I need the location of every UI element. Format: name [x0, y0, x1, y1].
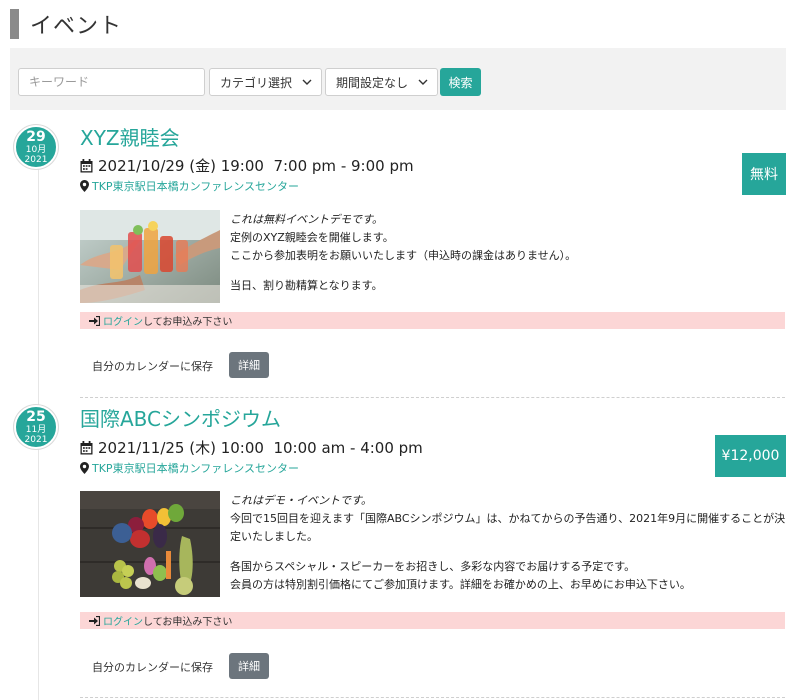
map-marker-icon	[80, 462, 89, 474]
event-thumbnail-drinks[interactable]	[80, 210, 220, 303]
save-to-calendar-link[interactable]: 自分のカレンダーに保存	[92, 659, 213, 675]
event-venue-link[interactable]: TKP東京駅日本橋カンファレンスセンター	[80, 460, 299, 476]
event-venue-text: TKP東京駅日本橋カンファレンスセンター	[92, 462, 300, 475]
save-to-calendar-link[interactable]: 自分のカレンダーに保存	[92, 358, 213, 374]
event-desc-line: 当日、割り勘精算となります。	[230, 279, 383, 292]
period-select[interactable]: 期間設定なし	[325, 68, 438, 96]
event-price-badge: ¥12,000	[715, 435, 786, 477]
category-select-label: カテゴリ選択	[220, 75, 293, 90]
calendar-icon	[80, 158, 93, 172]
search-panel: カテゴリ選択 期間設定なし 検索	[10, 48, 786, 110]
event-datetime: 2021/11/25 (木) 10:00 10:00 am - 4:00 pm	[80, 437, 423, 458]
event-price-badge: 無料	[742, 153, 786, 195]
event-datetime: 2021/10/29 (金) 19:00 7:00 pm - 9:00 pm	[80, 155, 414, 176]
page-header: イベント	[10, 6, 122, 42]
login-link[interactable]: ログイン	[103, 613, 143, 628]
drinks-image	[80, 210, 220, 303]
event-thumbnail-vegetables[interactable]	[80, 491, 220, 597]
event-lead: これは無料イベントデモです。	[230, 213, 383, 226]
search-button[interactable]: 検索	[440, 68, 481, 96]
event-desc-line: 各国からスペシャル・スピーカーをお招きし、多彩な内容でお届けする予定です。	[230, 560, 636, 573]
calendar-icon	[80, 440, 93, 454]
heading-accent-bar	[10, 9, 19, 39]
event-date-badge: 25 11月 2021	[14, 405, 58, 449]
event-desc-line: 定例のXYZ親睦会を開催します。	[230, 231, 394, 244]
event-title-link[interactable]: XYZ親睦会	[80, 122, 180, 151]
event-divider	[80, 697, 785, 698]
event-title-link[interactable]: 国際ABCシンポジウム	[80, 403, 281, 432]
sign-in-icon	[89, 615, 100, 626]
event-month: 10月	[25, 145, 47, 155]
login-notice-text: してお申込み下さい	[143, 617, 233, 628]
detail-button[interactable]: 詳細	[229, 352, 269, 378]
map-marker-icon	[80, 180, 89, 192]
sign-in-icon	[89, 315, 100, 326]
keyword-input[interactable]	[18, 68, 205, 96]
event-divider	[80, 397, 785, 398]
event-lead: これはデモ・イベントです。	[230, 494, 372, 507]
page-title: イベント	[30, 14, 123, 39]
event-month: 11月	[25, 425, 47, 435]
chevron-down-icon	[418, 79, 428, 85]
event-day: 25	[26, 409, 46, 425]
category-select[interactable]: カテゴリ選択	[209, 68, 322, 96]
event-year: 2021	[24, 435, 48, 445]
login-notice: ログイン してお申込み下さい	[80, 612, 785, 629]
event-description: これは無料イベントデモです。 定例のXYZ親睦会を開催します。 ここから参加表明…	[230, 211, 790, 295]
chevron-down-icon	[302, 79, 312, 85]
event-day: 29	[26, 129, 46, 145]
event-year: 2021	[24, 155, 48, 165]
period-select-label: 期間設定なし	[336, 75, 409, 90]
event-desc-line: 今回で15回目を迎えます「国際ABCシンポジウム」は、かねてからの予告通り、20…	[230, 512, 786, 543]
event-venue-link[interactable]: TKP東京駅日本橋カンファレンスセンター	[80, 178, 299, 194]
login-notice-text: してお申込み下さい	[143, 317, 233, 328]
event-datetime-text: 2021/11/25 (木) 10:00 10:00 am - 4:00 pm	[98, 439, 423, 457]
event-datetime-text: 2021/10/29 (金) 19:00 7:00 pm - 9:00 pm	[98, 157, 414, 175]
login-notice: ログイン してお申込み下さい	[80, 312, 785, 329]
vegetables-image	[80, 491, 220, 597]
event-date-badge: 29 10月 2021	[14, 125, 58, 169]
detail-button[interactable]: 詳細	[229, 653, 269, 679]
event-venue-text: TKP東京駅日本橋カンファレンスセンター	[92, 180, 300, 193]
event-desc-line: ここから参加表明をお願いいたします（申込時の課金はありません）。	[230, 249, 577, 262]
event-desc-line: 会員の方は特別割引価格にてご参加頂けます。詳細をお確かめの上、お早めにお申込下さ…	[230, 578, 691, 591]
login-link[interactable]: ログイン	[103, 313, 143, 328]
event-description: これはデモ・イベントです。 今回で15回目を迎えます「国際ABCシンポジウム」は…	[230, 492, 790, 594]
